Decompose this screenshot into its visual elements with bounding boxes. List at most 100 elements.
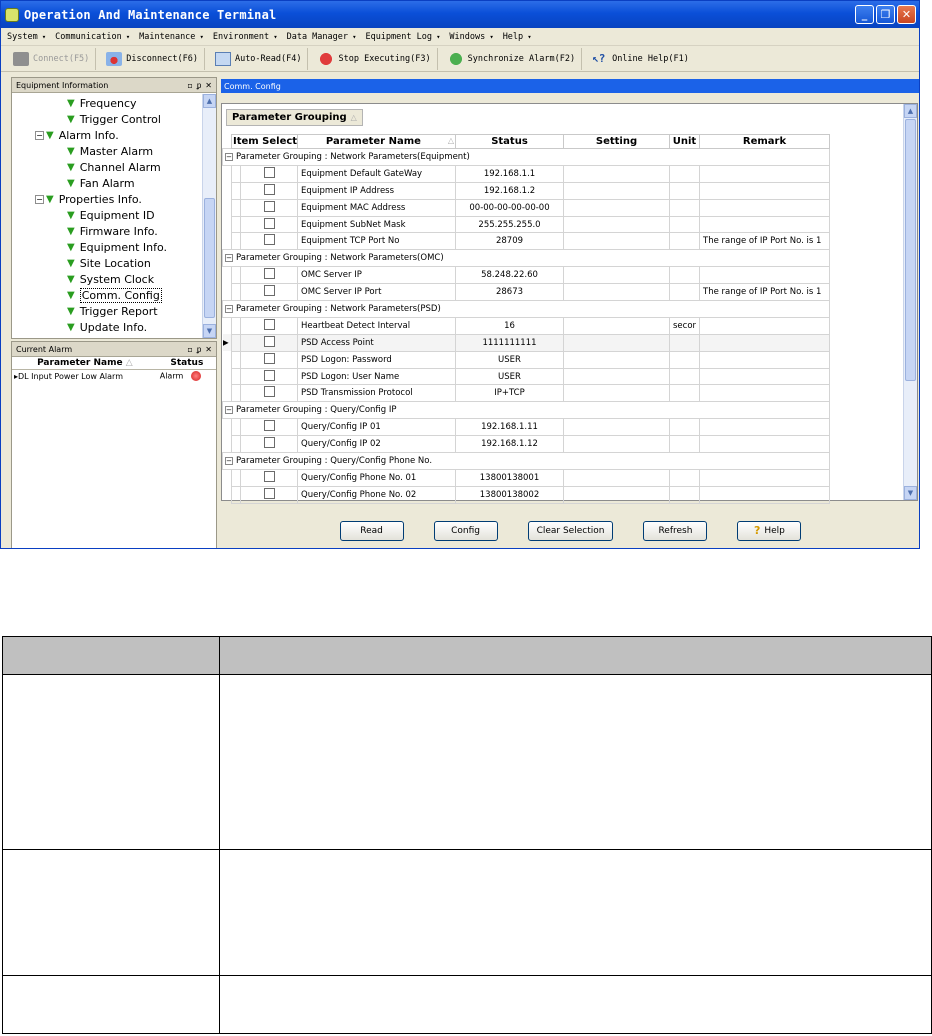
collapse-icon[interactable]: − (225, 254, 233, 263)
table-row[interactable]: PSD Logon: User Name USER (223, 367, 830, 386)
tree-item-trigger-control[interactable]: ▼ Trigger Control (12, 111, 216, 127)
item-select-checkbox[interactable] (263, 352, 275, 364)
collapse-icon[interactable]: − (35, 194, 44, 204)
collapse-icon[interactable]: − (225, 304, 233, 313)
disconnect-button[interactable]: Disconnect(F6) (100, 47, 205, 70)
tab-comm-config[interactable]: Comm. Config (221, 79, 919, 93)
setting-cell[interactable] (563, 316, 670, 335)
close-panel-icon[interactable]: ✕ (205, 345, 212, 354)
group-row[interactable]: − Parameter Grouping : Query/Config IP (222, 401, 830, 420)
setting-cell[interactable] (563, 333, 670, 352)
table-row[interactable]: Query/Config IP 02 192.168.1.12 (223, 435, 830, 454)
setting-cell[interactable] (563, 367, 670, 386)
tree-item-site-location[interactable]: ▼ Site Location (12, 255, 216, 271)
item-select-checkbox[interactable] (263, 318, 275, 330)
tree-item-firmware-info[interactable]: ▼ Firmware Info. (12, 223, 216, 239)
close-icon[interactable]: ✕ (897, 5, 916, 24)
item-select-checkbox[interactable] (263, 437, 275, 449)
collapse-icon[interactable]: − (225, 152, 233, 161)
col-item-select[interactable]: Item Select (231, 134, 298, 149)
help-button[interactable]: ? Help (737, 520, 802, 541)
scroll-thumb[interactable] (905, 119, 916, 381)
float-icon[interactable]: ▫ (187, 81, 192, 90)
item-select-checkbox[interactable] (263, 420, 275, 432)
table-row[interactable]: Equipment Default GateWay 192.168.1.1 (223, 164, 830, 183)
grid-scrollbar[interactable]: ▲ ▼ (903, 104, 917, 500)
item-select-checkbox[interactable] (263, 183, 275, 195)
menu-windows[interactable]: Windows (449, 32, 493, 42)
table-row[interactable]: Query/Config Phone No. 02 13800138002 (223, 485, 830, 504)
tree-item-comm-config[interactable]: ▼ Comm. Config (12, 287, 216, 303)
table-row[interactable]: PSD Transmission Protocol IP+TCP (223, 384, 830, 403)
setting-cell[interactable] (563, 232, 670, 251)
col-parameter-name[interactable]: Parameter Name △ (297, 134, 456, 149)
online-help-button[interactable]: ↖? Online Help(F1) (586, 48, 695, 70)
tree-item-channel-alarm[interactable]: ▼ Channel Alarm (12, 159, 216, 175)
synchronize-alarm-button[interactable]: Synchronize Alarm(F2) (442, 47, 583, 70)
group-row[interactable]: − Parameter Grouping : Network Parameters… (222, 300, 830, 318)
item-select-checkbox[interactable] (263, 335, 275, 347)
item-select-checkbox[interactable] (263, 470, 275, 482)
pin-icon[interactable]: ᵱ (197, 345, 201, 354)
table-row[interactable]: Equipment SubNet Mask 255.255.255.0 (223, 215, 830, 234)
group-row[interactable]: − Parameter Grouping : Query/Config Phone… (222, 452, 830, 470)
tree-item-frequency[interactable]: ▼ Frequency (12, 95, 216, 111)
scroll-down-icon[interactable]: ▼ (203, 324, 216, 338)
close-panel-icon[interactable]: ✕ (205, 81, 212, 90)
grouping-chip[interactable]: Parameter Grouping △ (226, 108, 363, 126)
collapse-icon[interactable]: − (35, 130, 44, 140)
menu-help[interactable]: Help (503, 32, 532, 42)
menu-system[interactable]: System (7, 32, 46, 42)
scroll-up-icon[interactable]: ▲ (203, 94, 216, 108)
table-row[interactable]: PSD Logon: Password USER (223, 350, 830, 369)
col-setting[interactable]: Setting (563, 134, 670, 149)
tree-item-equipment-info[interactable]: ▼ Equipment Info. (12, 239, 216, 255)
menu-data-manager[interactable]: Data Manager (287, 32, 357, 42)
restore-icon[interactable]: ❐ (876, 5, 895, 24)
read-button[interactable]: Read (339, 520, 404, 541)
table-row[interactable]: ▶ PSD Access Point 1111111111 (222, 333, 830, 352)
col-remark[interactable]: Remark (699, 134, 830, 149)
menu-communication[interactable]: Communication (55, 32, 130, 42)
item-select-checkbox[interactable] (263, 487, 275, 499)
scroll-up-icon[interactable]: ▲ (904, 104, 917, 118)
tree-item-fan-alarm[interactable]: ▼ Fan Alarm (12, 175, 216, 191)
float-icon[interactable]: ▫ (187, 345, 192, 354)
collapse-icon[interactable]: − (225, 406, 233, 415)
setting-cell[interactable] (563, 485, 670, 504)
item-select-checkbox[interactable] (263, 166, 275, 178)
item-select-checkbox[interactable] (263, 217, 275, 229)
item-select-checkbox[interactable] (263, 369, 275, 381)
stop-executing-button[interactable]: Stop Executing(F3) (312, 47, 438, 70)
alarm-col-status[interactable]: Status (157, 357, 216, 370)
item-select-checkbox[interactable] (263, 268, 275, 280)
item-select-checkbox[interactable] (263, 234, 275, 246)
minimize-icon[interactable]: _ (855, 5, 874, 24)
table-row[interactable]: Query/Config Phone No. 01 13800138001 (223, 468, 830, 487)
setting-cell[interactable] (563, 181, 670, 200)
tree-item-update-info[interactable]: ▼ Update Info. (12, 319, 216, 335)
setting-cell[interactable] (563, 435, 670, 454)
table-row[interactable]: Query/Config IP 01 192.168.1.11 (223, 418, 830, 437)
setting-cell[interactable] (563, 215, 670, 234)
clear-selection-button[interactable]: Clear Selection (527, 520, 614, 541)
table-row[interactable]: Equipment IP Address 192.168.1.2 (223, 181, 830, 200)
table-row[interactable]: OMC Server IP 58.248.22.60 (223, 266, 830, 285)
scroll-down-icon[interactable]: ▼ (904, 486, 917, 500)
table-row[interactable]: OMC Server IP Port 28673 The range of IP P… (223, 283, 830, 302)
setting-cell[interactable] (563, 198, 670, 217)
tree-item-trigger-report[interactable]: ▼ Trigger Report (12, 303, 216, 319)
col-unit[interactable]: Unit (669, 134, 700, 149)
group-row[interactable]: − Parameter Grouping : Network Parameters… (222, 249, 830, 268)
item-select-checkbox[interactable] (263, 285, 275, 297)
tree-item-equipment-id[interactable]: ▼ Equipment ID (12, 207, 216, 223)
menu-equipment-log[interactable]: Equipment Log (365, 32, 440, 42)
refresh-button[interactable]: Refresh (643, 520, 708, 541)
item-select-checkbox[interactable] (263, 200, 275, 212)
setting-cell[interactable] (563, 164, 670, 183)
pin-icon[interactable]: ᵱ (197, 81, 201, 90)
config-button[interactable]: Config (433, 520, 498, 541)
tree-item-system-clock[interactable]: ▼ System Clock (12, 271, 216, 287)
menu-maintenance[interactable]: Maintenance (139, 32, 204, 42)
connect-button[interactable]: Connect(F5) (7, 47, 97, 70)
